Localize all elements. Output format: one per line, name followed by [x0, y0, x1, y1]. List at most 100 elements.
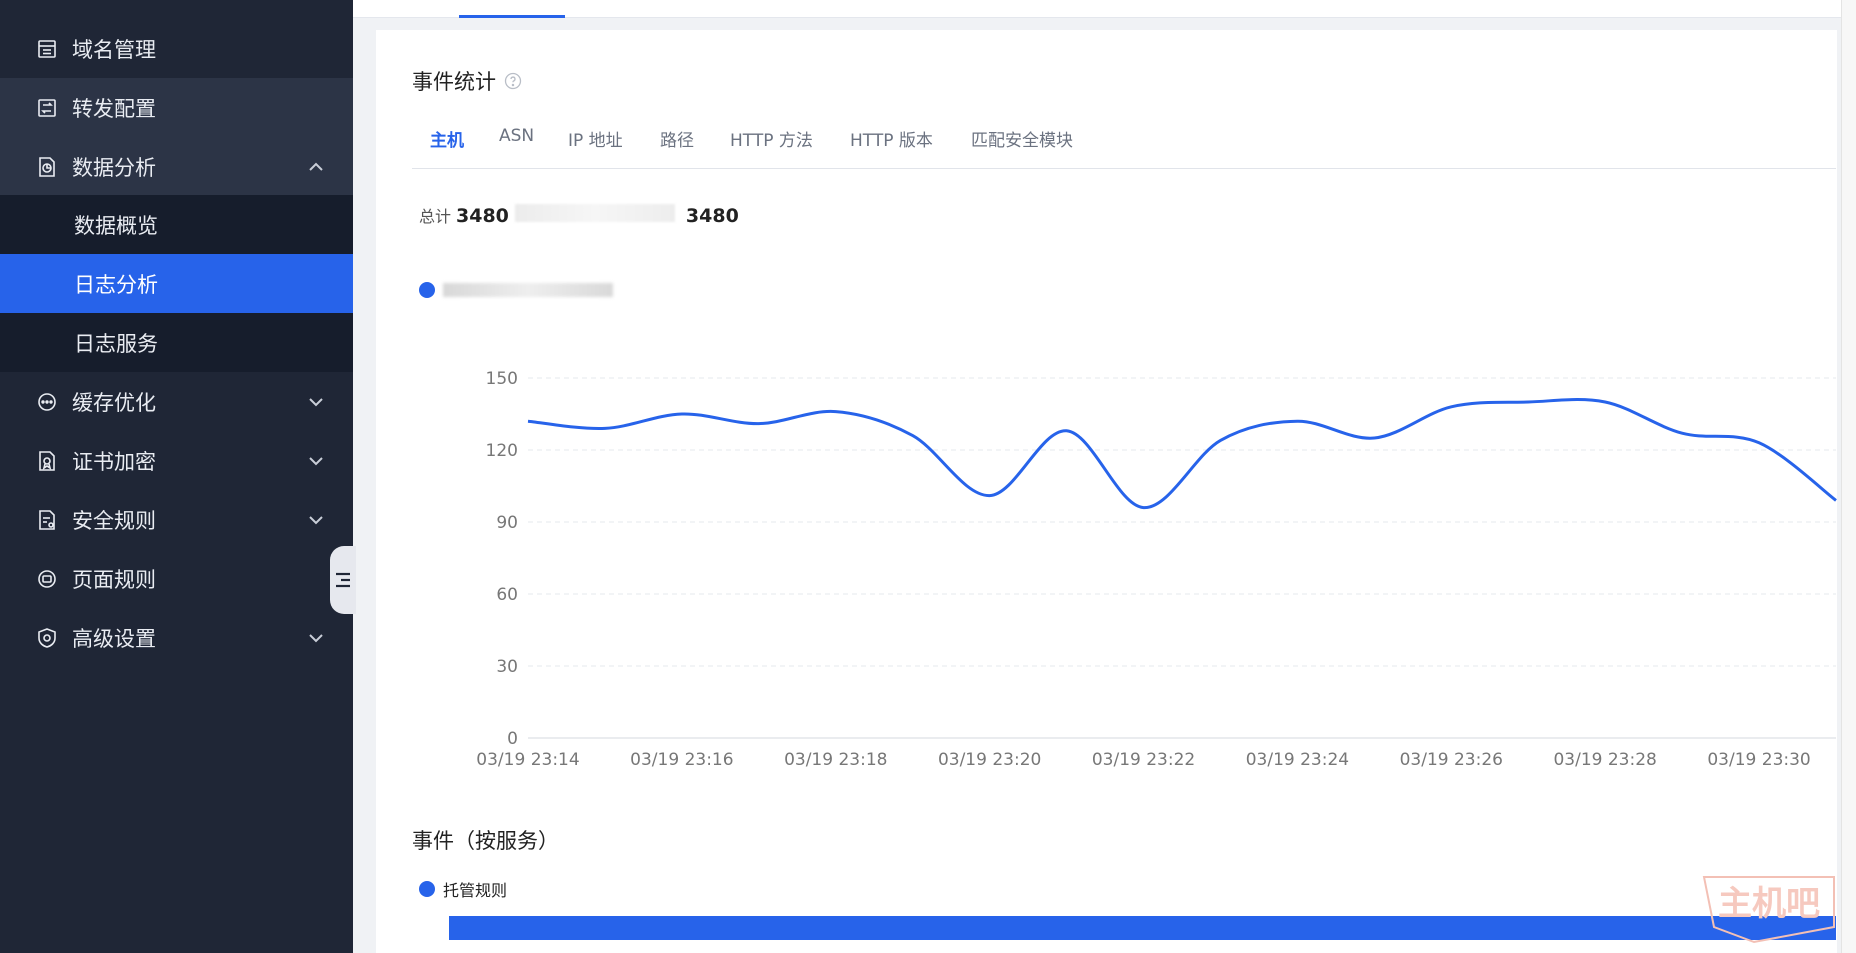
domain-icon: [36, 38, 58, 60]
sidebar-subitem-log-service[interactable]: 日志服务: [0, 313, 353, 372]
total-value-secondary: 3480: [685, 205, 739, 227]
data-point[interactable]: [1524, 398, 1532, 406]
total-value: 3480: [456, 205, 509, 227]
sidebar-item-security-rules[interactable]: 安全规则: [0, 490, 353, 549]
tab-asn[interactable]: ASN: [499, 126, 534, 146]
sidebar-item-label: 高级设置: [72, 626, 156, 651]
tab-http-version[interactable]: HTTP 版本: [850, 126, 933, 151]
y-tick-label: 150: [486, 369, 518, 389]
x-tick-label: 03/19 23:22: [1092, 750, 1195, 770]
sidebar-item-cache[interactable]: 缓存优化: [0, 372, 353, 431]
data-point[interactable]: [601, 424, 609, 432]
data-point[interactable]: [1293, 417, 1301, 425]
watermark-logo: 主机吧: [1702, 876, 1835, 944]
data-point[interactable]: [1216, 436, 1224, 444]
sidebar-collapse-toggle[interactable]: [330, 546, 356, 614]
chevron-down-icon: [309, 456, 323, 465]
sidebar-item-label: 证书加密: [72, 449, 156, 474]
data-point[interactable]: [755, 420, 763, 428]
sidebar-subitem-overview[interactable]: 数据概览: [0, 195, 353, 254]
page-scrollbar[interactable]: [1841, 0, 1856, 953]
x-tick-label: 03/19 23:28: [1553, 750, 1656, 770]
card-title: 事件统计: [412, 66, 522, 96]
chevron-up-icon: [309, 162, 323, 171]
data-point[interactable]: [1063, 427, 1071, 435]
security-rule-icon: [36, 509, 58, 531]
y-tick-label: 30: [496, 657, 518, 677]
legend-label: 托管规则: [443, 881, 508, 900]
sidebar: 域名管理 转发配置 数据分析 数据概览 日志分析 日志服务 缓存优化 证书加密: [0, 0, 353, 953]
data-point[interactable]: [1755, 439, 1763, 447]
data-point[interactable]: [1140, 504, 1148, 512]
data-point[interactable]: [524, 417, 532, 425]
sidebar-item-label: 数据分析: [72, 155, 156, 180]
sidebar-item-page-rules[interactable]: 页面规则: [0, 549, 353, 608]
sidebar-item-label: 安全规则: [72, 508, 156, 533]
y-tick-label: 0: [507, 729, 518, 749]
x-tick-label: 03/19 23:24: [1246, 750, 1349, 770]
sidebar-item-analytics[interactable]: 数据分析: [0, 137, 353, 196]
series-line: [527, 398, 1837, 510]
help-icon[interactable]: [504, 72, 522, 90]
x-tick-label: 03/19 23:14: [476, 750, 579, 770]
service-bar: [449, 916, 1836, 940]
data-point[interactable]: [1370, 434, 1378, 442]
tab-host[interactable]: 主机: [430, 126, 464, 151]
x-tick-label: 03/19 23:16: [630, 750, 733, 770]
data-point[interactable]: [909, 432, 917, 440]
sidebar-item-advanced[interactable]: 高级设置: [0, 608, 353, 667]
redacted-region: [514, 204, 675, 222]
tab-ip-address[interactable]: IP 地址: [568, 126, 623, 151]
data-point[interactable]: [1832, 496, 1840, 504]
top-tab-strip: [353, 0, 1856, 18]
tab-security-module[interactable]: 匹配安全模块: [971, 126, 1073, 151]
dimension-tabs: 主机 ASN IP 地址 路径 HTTP 方法 HTTP 版本 匹配安全模块: [412, 126, 1836, 169]
sidebar-item-label: 页面规则: [72, 567, 156, 592]
legend-dot: [419, 282, 435, 298]
sidebar-item-forward-config[interactable]: 转发配置: [0, 78, 353, 137]
y-tick-label: 60: [496, 585, 518, 605]
data-point[interactable]: [986, 492, 994, 500]
events-line-chart: 0 30 60 90 120 150 03/19 23:14 03/19 23:16 03/19…: [476, 369, 1840, 770]
top-tab-indicator: [459, 15, 565, 18]
sidebar-subitem-label: 数据概览: [74, 213, 158, 238]
sidebar-item-label: 域名管理: [72, 37, 156, 62]
sidebar-item-truncated: [0, 0, 353, 8]
advanced-settings-icon: [36, 627, 58, 649]
chart-legend[interactable]: [419, 282, 613, 298]
data-point[interactable]: [1447, 403, 1455, 411]
service-legend[interactable]: 托管规则: [419, 877, 507, 901]
tab-path[interactable]: 路径: [660, 126, 694, 151]
sidebar-item-label: 转发配置: [72, 96, 156, 121]
data-point[interactable]: [678, 410, 686, 418]
x-tick-label: 03/19 23:30: [1707, 750, 1810, 770]
x-tick-label: 03/19 23:26: [1400, 750, 1503, 770]
tab-http-method[interactable]: HTTP 方法: [730, 126, 813, 151]
active-tab-underline: [420, 167, 472, 169]
forward-config-icon: [36, 97, 58, 119]
total-label: 总计: [419, 207, 452, 226]
data-point[interactable]: [832, 408, 840, 416]
menu-collapse-icon: [336, 572, 350, 588]
data-point[interactable]: [1601, 398, 1609, 406]
card-title-text: 事件统计: [412, 70, 496, 94]
y-tick-label: 120: [486, 441, 518, 461]
chevron-down-icon: [309, 515, 323, 524]
chevron-down-icon: [309, 397, 323, 406]
y-tick-label: 90: [496, 513, 518, 533]
sidebar-subitem-log-analysis[interactable]: 日志分析: [0, 254, 353, 313]
sidebar-subitem-label: 日志分析: [74, 272, 158, 297]
total-summary: 总计 3480 3480: [419, 203, 739, 227]
x-tick-label: 03/19 23:18: [784, 750, 887, 770]
cache-icon: [36, 391, 58, 413]
page-rule-icon: [36, 568, 58, 590]
chevron-down-icon: [309, 633, 323, 642]
redacted-legend-label: [443, 283, 613, 297]
analytics-icon: [36, 156, 58, 178]
data-point[interactable]: [1678, 429, 1686, 437]
x-tick-label: 03/19 23:20: [938, 750, 1041, 770]
legend-dot: [419, 881, 435, 897]
sidebar-item-domains[interactable]: 域名管理: [0, 19, 353, 78]
svg-text:主机吧: 主机吧: [1718, 884, 1820, 924]
sidebar-item-certificate[interactable]: 证书加密: [0, 431, 353, 490]
